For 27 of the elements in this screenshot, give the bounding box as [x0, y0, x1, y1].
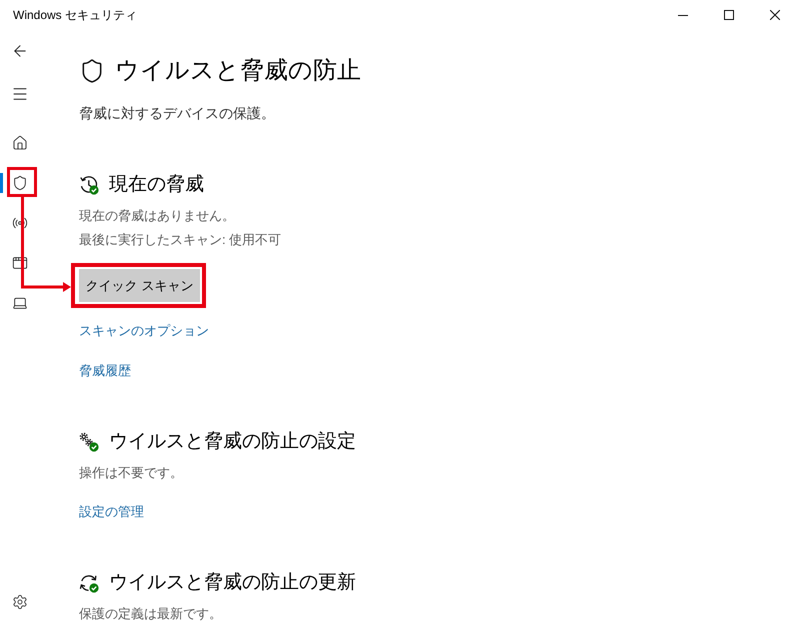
settings-icon: [12, 594, 28, 610]
status-text: 現在の脅威はありません。: [79, 207, 235, 225]
minimize-icon: [678, 14, 688, 16]
section-heading: 現在の脅威: [109, 173, 204, 197]
page-subtitle: 脅威に対するデバイスの保護。: [79, 104, 275, 123]
clock-check-icon: [79, 175, 99, 195]
shield-icon: [12, 175, 28, 191]
page-title: ウイルスと脅威の防止: [115, 56, 361, 86]
selection-indicator: [0, 173, 3, 193]
maximize-icon: [724, 10, 734, 20]
close-icon: [770, 10, 780, 20]
home-icon: [12, 135, 28, 151]
gears-check-icon: [79, 432, 99, 452]
section-heading: ウイルスと脅威の防止の更新: [109, 571, 356, 595]
link[interactable]: 脅威履歴: [79, 361, 131, 381]
status-text: 最後に実行したスキャン: 使用不可: [79, 231, 282, 249]
link[interactable]: スキャンのオプション: [79, 321, 209, 341]
status-text: 操作は不要です。: [79, 464, 183, 482]
window-title: Windows セキュリティ: [12, 7, 138, 23]
wireless-icon: [12, 215, 28, 231]
app-window-icon: [12, 255, 28, 271]
link[interactable]: 設定の管理: [79, 502, 144, 522]
section-heading: ウイルスと脅威の防止の設定: [109, 430, 356, 454]
status-text: 保護の定義は最新です。: [79, 605, 222, 623]
refresh-check-icon: [79, 573, 99, 593]
quick-scan-button[interactable]: クイック スキャン: [79, 269, 200, 302]
laptop-icon: [12, 295, 28, 311]
